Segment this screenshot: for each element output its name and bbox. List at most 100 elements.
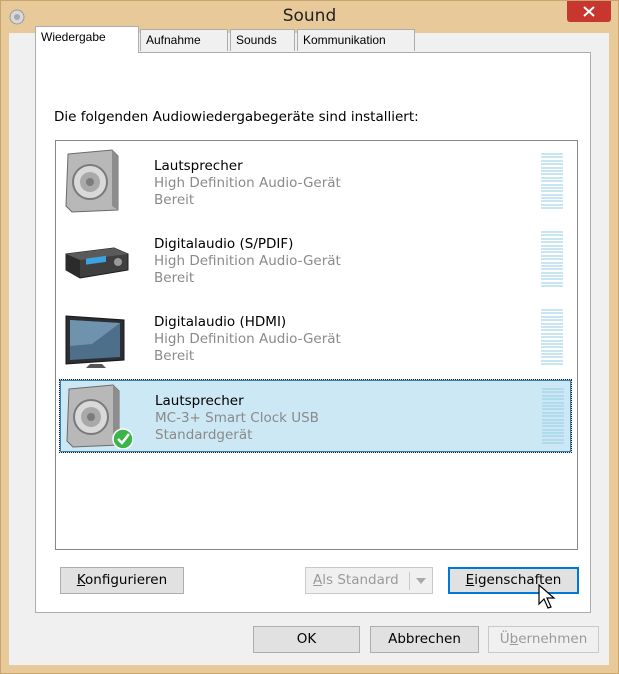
tab-kommunikation[interactable]: Kommunikation — [297, 29, 415, 51]
meter-segment — [541, 183, 563, 186]
meter-segment — [541, 231, 563, 233]
properties-button[interactable]: Eigenschaften — [448, 567, 579, 594]
meter-segment — [541, 268, 563, 271]
ok-button[interactable]: OK — [253, 626, 360, 653]
device-name: Digitalaudio (S/PDIF) — [154, 236, 294, 252]
meter-segment — [541, 180, 563, 183]
meter-segment — [541, 207, 563, 210]
meter-segment — [541, 176, 563, 179]
meter-segment — [541, 258, 563, 261]
meter-segment — [541, 193, 563, 196]
speaker-default-icon — [66, 384, 133, 449]
meter-segment — [541, 203, 563, 206]
meter-segment — [541, 261, 563, 264]
device-status: Bereit — [154, 192, 195, 208]
configure-button[interactable]: Konfigurieren — [60, 567, 184, 594]
meter-segment — [541, 237, 563, 240]
meter-segment — [542, 442, 564, 445]
tab-wiedergabe[interactable]: Wiedergabe — [35, 26, 139, 53]
device-status: Bereit — [154, 270, 195, 286]
meter-segment — [541, 346, 563, 349]
device-list[interactable]: Lautsprecher High Definition Audio-Gerät… — [55, 140, 578, 550]
meter-segment — [541, 349, 563, 352]
meter-segment — [541, 244, 563, 247]
meter-segment — [541, 159, 563, 162]
meter-segment — [541, 319, 563, 322]
speaker-icon — [65, 149, 119, 213]
meter-segment — [541, 329, 563, 332]
mouse-cursor-icon — [538, 584, 556, 609]
meter-segment — [541, 173, 563, 176]
meter-segment — [542, 425, 564, 428]
device-name: Digitalaudio (HDMI) — [154, 314, 287, 330]
meter-segment — [541, 285, 563, 288]
meter-segment — [542, 394, 564, 397]
meter-segment — [541, 200, 563, 203]
device-name: Lautsprecher — [154, 158, 243, 174]
meter-segment — [541, 322, 563, 325]
meter-segment — [541, 247, 563, 250]
meter-segment — [541, 166, 563, 169]
device-name: Lautsprecher — [155, 393, 244, 409]
meter-segment — [541, 359, 563, 362]
monitor-icon — [65, 315, 125, 368]
meter-segment — [541, 336, 563, 339]
meter-segment — [541, 342, 563, 345]
meter-segment — [541, 278, 563, 281]
meter-segment — [541, 315, 563, 318]
meter-segment — [542, 418, 564, 421]
set-default-button[interactable]: Als Standard — [305, 567, 433, 594]
device-description: High Definition Audio-Gerät — [154, 253, 341, 269]
list-item-selected[interactable]: Lautsprecher MC-3+ Smart Clock USB Stand… — [59, 379, 572, 453]
list-item[interactable]: Digitalaudio (S/PDIF) High Definition Au… — [59, 223, 572, 297]
volume-meter — [541, 153, 563, 211]
meter-segment — [542, 421, 564, 424]
chevron-down-icon[interactable] — [416, 578, 426, 584]
window-title: Sound — [282, 6, 337, 26]
meter-segment — [541, 275, 563, 278]
volume-meter — [542, 388, 564, 446]
meter-segment — [541, 264, 563, 267]
tab-aufnahme[interactable]: Aufnahme — [140, 29, 228, 51]
meter-segment — [541, 281, 563, 284]
meter-segment — [541, 325, 563, 328]
meter-segment — [542, 388, 564, 390]
meter-segment — [541, 363, 563, 366]
device-description: High Definition Audio-Gerät — [154, 331, 341, 347]
cancel-button[interactable]: Abbrechen — [370, 626, 479, 653]
device-status: Standardgerät — [155, 427, 253, 443]
meter-segment — [541, 153, 563, 155]
meter-segment — [541, 353, 563, 356]
meter-segment — [541, 156, 563, 159]
list-heading: Die folgenden Audiowiedergabegeräte sind… — [54, 109, 419, 125]
volume-meter — [541, 231, 563, 289]
meter-segment — [541, 234, 563, 237]
check-icon — [112, 428, 133, 449]
split-divider — [409, 572, 410, 590]
meter-segment — [541, 169, 563, 172]
meter-segment — [542, 408, 564, 411]
meter-segment — [542, 411, 564, 414]
meter-segment — [541, 251, 563, 254]
meter-segment — [541, 339, 563, 342]
meter-segment — [541, 241, 563, 244]
meter-segment — [541, 186, 563, 189]
meter-segment — [542, 391, 564, 394]
meter-segment — [542, 438, 564, 441]
volume-meter — [541, 309, 563, 367]
device-description: High Definition Audio-Gerät — [154, 175, 341, 191]
tab-sounds[interactable]: Sounds — [230, 29, 295, 51]
meter-segment — [542, 435, 564, 438]
list-item[interactable]: Lautsprecher High Definition Audio-Gerät… — [59, 145, 572, 219]
meter-segment — [541, 254, 563, 257]
meter-segment — [542, 404, 564, 407]
apply-button[interactable]: Übernehmen — [488, 626, 599, 653]
receiver-icon — [65, 247, 129, 279]
list-item[interactable]: Digitalaudio (HDMI) High Definition Audi… — [59, 301, 572, 375]
close-button[interactable] — [567, 1, 611, 22]
meter-segment — [541, 356, 563, 359]
meter-segment — [541, 332, 563, 335]
meter-segment — [541, 163, 563, 166]
meter-segment — [541, 309, 563, 311]
device-description: MC-3+ Smart Clock USB — [155, 410, 319, 426]
